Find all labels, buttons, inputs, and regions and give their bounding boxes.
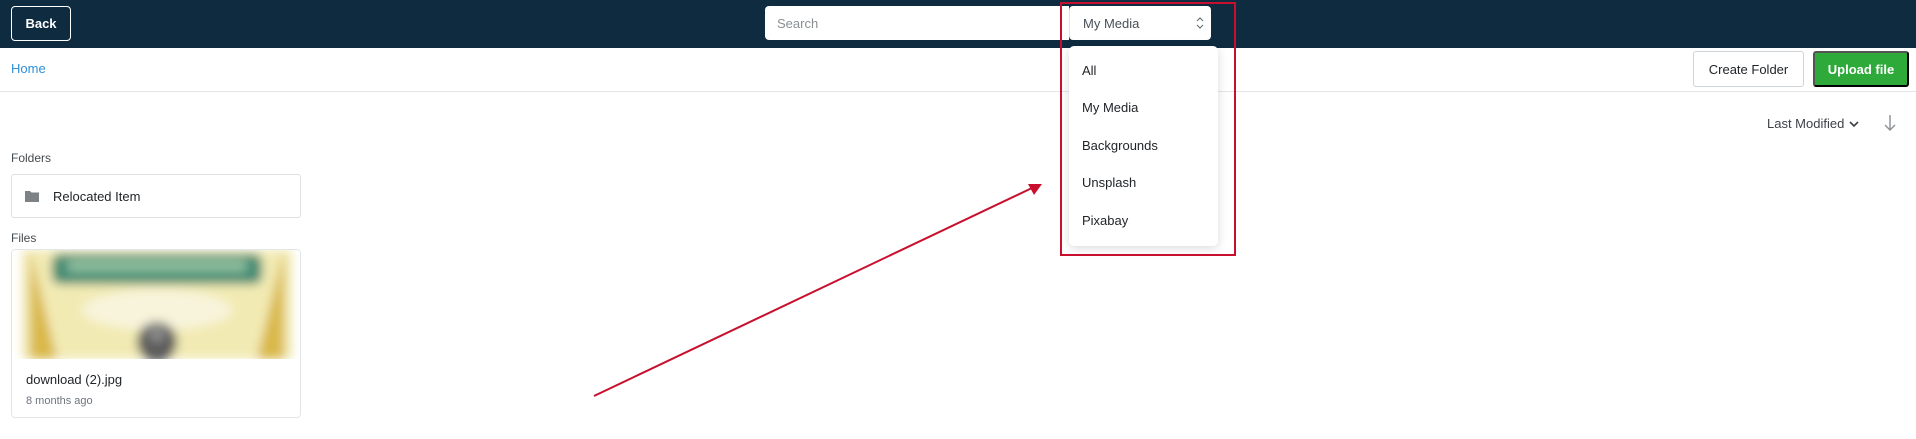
back-button[interactable]: Back (11, 6, 71, 41)
breadcrumb-home[interactable]: Home (11, 61, 46, 76)
search-input[interactable] (765, 6, 1069, 40)
sort-label: Last Modified (1767, 116, 1845, 131)
folder-item[interactable]: Relocated Item (11, 174, 301, 218)
folders-section-label: Folders (11, 151, 52, 165)
chevron-down-icon (1849, 120, 1859, 127)
highlight-annotation-box (1060, 2, 1236, 256)
folder-name: Relocated Item (53, 188, 141, 204)
file-modified: 8 months ago (26, 395, 93, 407)
sort-direction-icon[interactable] (1883, 113, 1897, 133)
file-name: download (2).jpg (26, 372, 123, 387)
folder-icon (25, 191, 39, 202)
upload-file-button[interactable]: Upload file (1813, 51, 1909, 87)
sub-header: Home Create Folder Upload file (0, 48, 1916, 92)
sort-select[interactable]: Last Modified (1767, 116, 1859, 131)
create-folder-button[interactable]: Create Folder (1693, 51, 1804, 87)
file-thumbnail (12, 250, 300, 359)
files-section-label: Files (11, 231, 37, 245)
file-card[interactable]: download (2).jpg 8 months ago (11, 249, 301, 418)
top-bar: Back My Media (0, 0, 1916, 48)
